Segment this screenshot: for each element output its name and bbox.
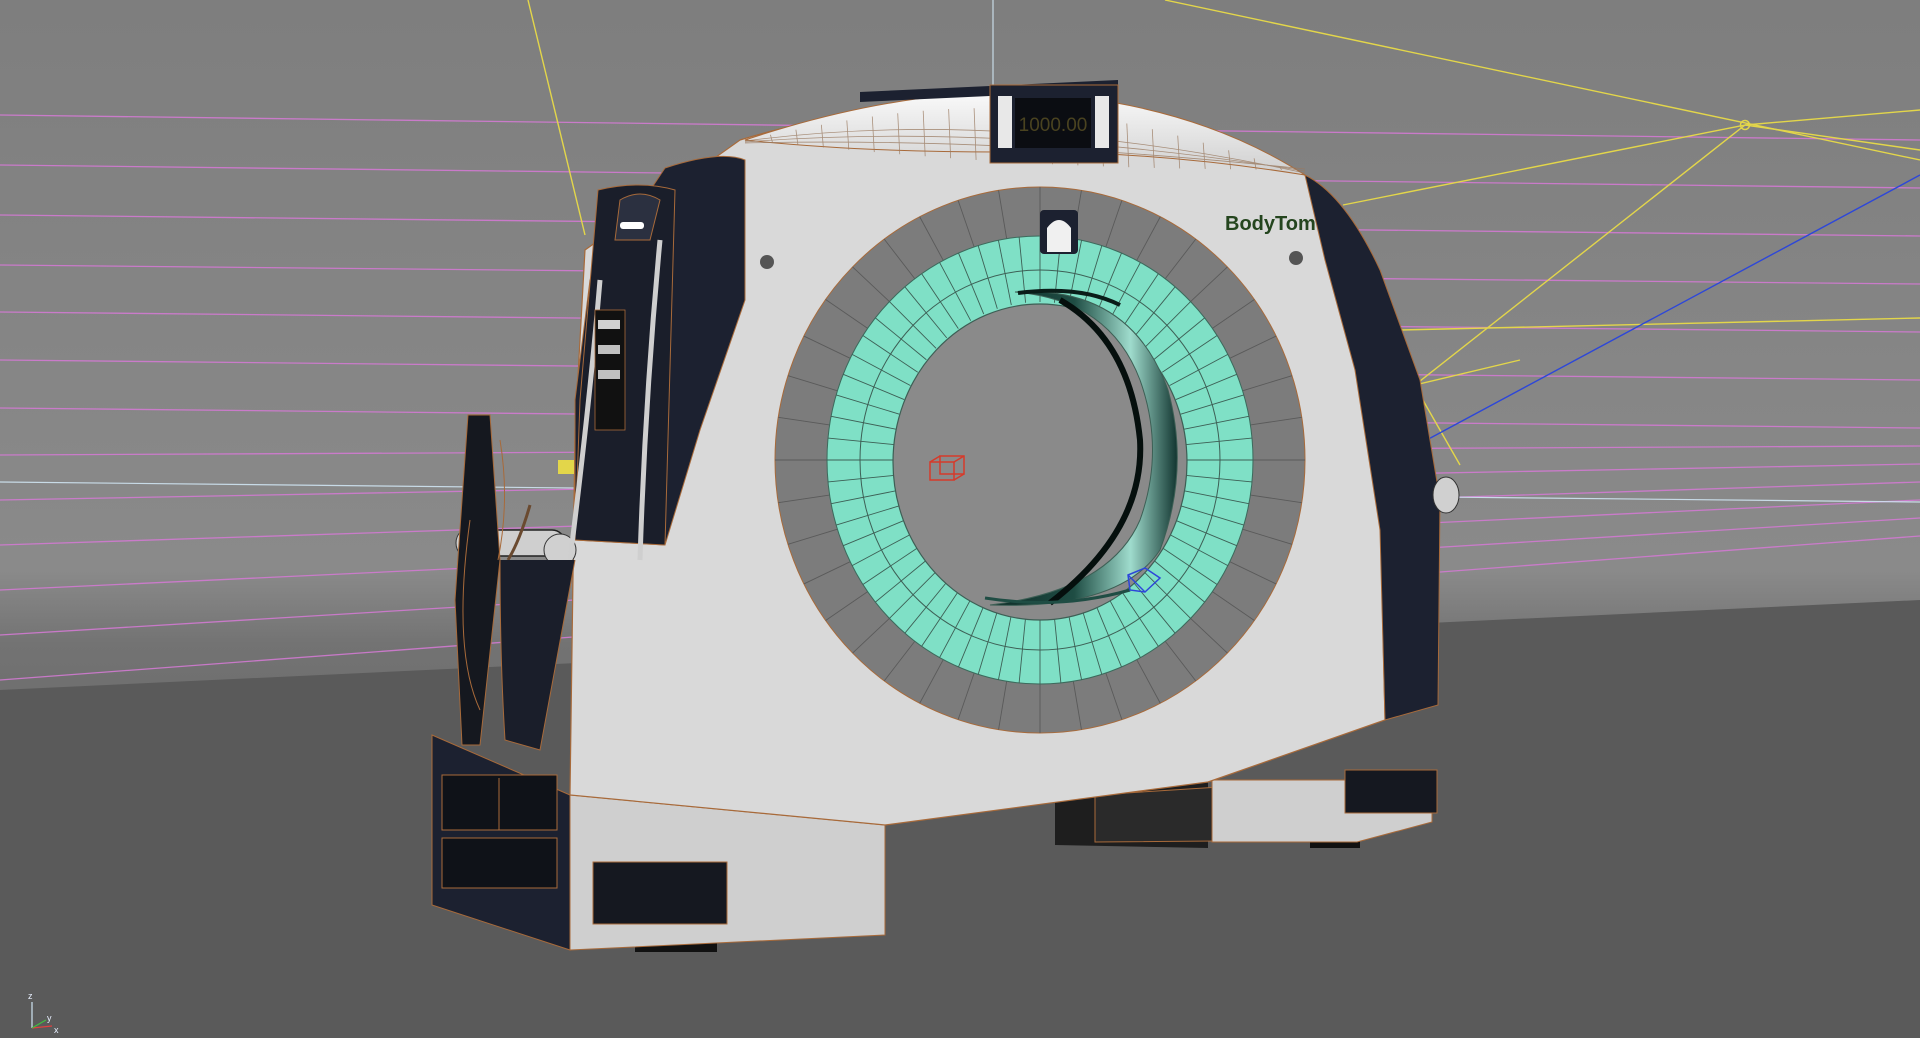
brand-logo-text: BodyTom bbox=[1225, 213, 1316, 235]
viewport-canvas[interactable]: 1000.00 BodyTom z y x bbox=[0, 0, 1920, 1038]
top-display-readout: 1000.00 bbox=[1019, 115, 1088, 136]
axis-x-label: x bbox=[54, 1025, 59, 1035]
axis-y-label: y bbox=[47, 1013, 52, 1023]
3d-viewport[interactable]: 1000.00 BodyTom z y x bbox=[0, 0, 1920, 1038]
laser-window-icon bbox=[1040, 210, 1078, 254]
front-screw-left bbox=[760, 255, 774, 269]
warning-label-icon bbox=[558, 460, 574, 474]
front-screw-right bbox=[1289, 251, 1303, 265]
axis-z-label: z bbox=[28, 991, 33, 1001]
gantry-side-handle-right[interactable] bbox=[1432, 476, 1460, 514]
